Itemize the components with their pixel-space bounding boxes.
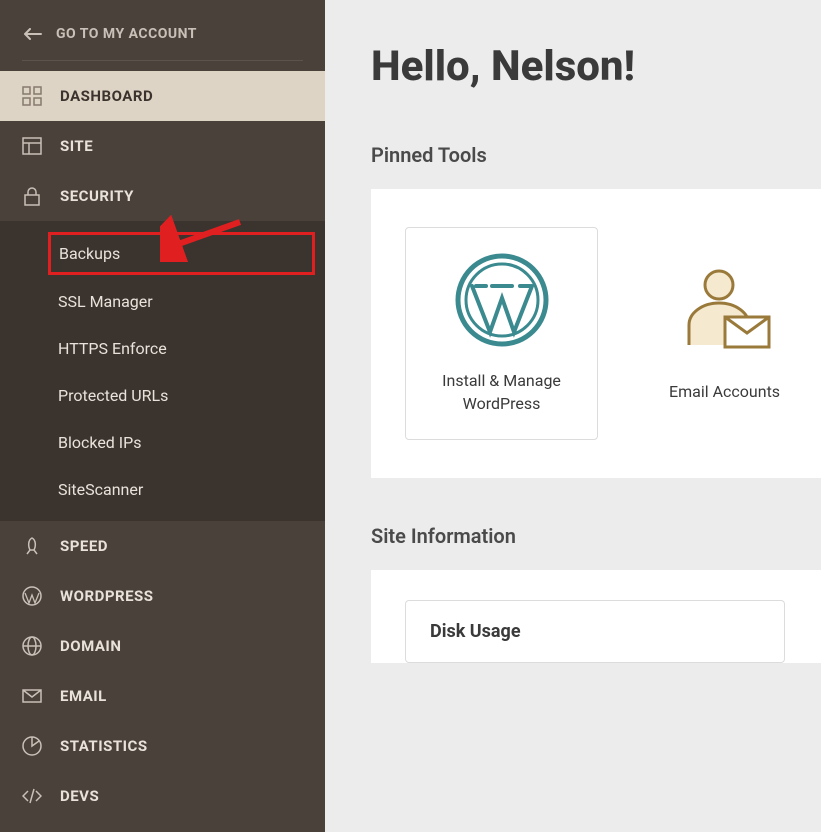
wordpress-tool-icon xyxy=(454,252,550,348)
sidebar-item-security[interactable]: SECURITY xyxy=(0,171,325,221)
sidebar-item-devs[interactable]: DEVS xyxy=(0,771,325,821)
sub-item-label: HTTPS Enforce xyxy=(58,339,167,358)
arrow-left-icon xyxy=(24,28,42,40)
tool-card-email-accounts[interactable]: Email Accounts xyxy=(628,227,821,440)
pie-chart-icon xyxy=(22,736,42,756)
main-content: Hello, Nelson! Pinned Tools Install & Ma… xyxy=(325,0,821,832)
rocket-icon xyxy=(22,536,42,556)
site-info-title: Site Information xyxy=(371,524,821,548)
wordpress-icon xyxy=(22,586,42,606)
sidebar: GO TO MY ACCOUNT DASHBOARD SITE SECURITY… xyxy=(0,0,325,832)
code-icon xyxy=(22,786,42,806)
sub-item-ssl-manager[interactable]: SSL Manager xyxy=(0,278,325,325)
sidebar-item-statistics[interactable]: STATISTICS xyxy=(0,721,325,771)
sidebar-item-label: SPEED xyxy=(60,537,108,555)
sidebar-item-label: DEVS xyxy=(60,787,99,805)
security-submenu: Backups SSL Manager HTTPS Enforce Protec… xyxy=(0,221,325,521)
email-accounts-tool-icon xyxy=(677,263,773,359)
tool-label: Email Accounts xyxy=(669,381,780,403)
sidebar-item-speed[interactable]: SPEED xyxy=(0,521,325,571)
sidebar-item-email[interactable]: EMAIL xyxy=(0,671,325,721)
sub-item-sitescanner[interactable]: SiteScanner xyxy=(0,466,325,513)
tools-row: Install & Manage WordPress Email Account… xyxy=(405,227,821,440)
disk-usage-title: Disk Usage xyxy=(430,621,760,642)
lock-icon xyxy=(22,186,42,206)
sidebar-item-label: STATISTICS xyxy=(60,737,148,755)
sidebar-item-wordpress[interactable]: WORDPRESS xyxy=(0,571,325,621)
sub-item-protected-urls[interactable]: Protected URLs xyxy=(0,372,325,419)
sidebar-item-label: DASHBOARD xyxy=(60,87,153,105)
sub-item-label: SiteScanner xyxy=(58,480,143,499)
sidebar-item-label: SITE xyxy=(60,137,93,155)
envelope-icon xyxy=(22,686,42,706)
sub-item-backups[interactable]: Backups xyxy=(48,232,315,275)
tool-card-wordpress[interactable]: Install & Manage WordPress xyxy=(405,227,598,440)
sidebar-item-dashboard[interactable]: DASHBOARD xyxy=(0,71,325,121)
disk-usage-card[interactable]: Disk Usage xyxy=(405,600,785,663)
tool-label: Install & Manage WordPress xyxy=(418,370,585,415)
page-greeting: Hello, Nelson! xyxy=(371,42,821,91)
sub-item-blocked-ips[interactable]: Blocked IPs xyxy=(0,419,325,466)
dashboard-icon xyxy=(22,86,42,106)
sidebar-item-domain[interactable]: DOMAIN xyxy=(0,621,325,671)
pinned-tools-title: Pinned Tools xyxy=(371,143,821,167)
sub-item-label: Blocked IPs xyxy=(58,433,142,452)
sub-item-label: SSL Manager xyxy=(58,292,153,311)
sidebar-item-label: SECURITY xyxy=(60,187,134,205)
sidebar-item-label: WORDPRESS xyxy=(60,587,154,605)
pinned-tools-panel: Install & Manage WordPress Email Account… xyxy=(371,189,821,478)
back-to-account-link[interactable]: GO TO MY ACCOUNT xyxy=(0,0,325,60)
back-to-account-label: GO TO MY ACCOUNT xyxy=(56,26,197,42)
sub-item-label: Protected URLs xyxy=(58,386,168,405)
sub-item-https-enforce[interactable]: HTTPS Enforce xyxy=(0,325,325,372)
site-icon xyxy=(22,136,42,156)
sidebar-item-label: EMAIL xyxy=(60,687,107,705)
sidebar-item-label: DOMAIN xyxy=(60,637,121,655)
globe-icon xyxy=(22,636,42,656)
sidebar-item-site[interactable]: SITE xyxy=(0,121,325,171)
sub-item-label: Backups xyxy=(59,244,120,263)
site-info-panel: Disk Usage xyxy=(371,570,821,663)
